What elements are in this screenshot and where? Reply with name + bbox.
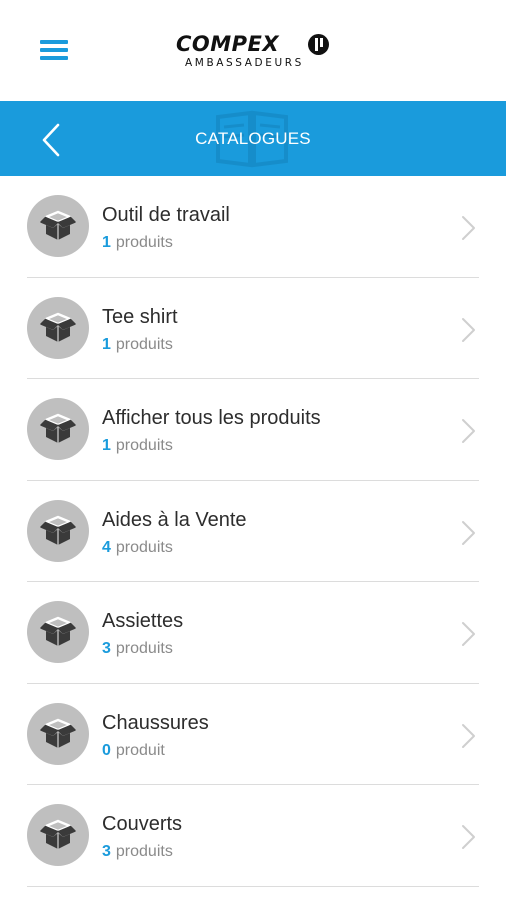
catalogue-list-item[interactable]: Chaussures 0 produit	[0, 684, 506, 786]
product-count-number: 3	[102, 843, 111, 860]
open-box-icon	[27, 296, 89, 359]
page-title: CATALOGUES	[195, 129, 311, 148]
catalogue-title: Tee shirt	[102, 305, 178, 328]
catalogue-title: Chaussures	[102, 711, 209, 734]
compex-logo: COMPEX AMBASSADEURS	[176, 30, 336, 74]
catalogue-title: Afficher tous les produits	[102, 407, 321, 429]
chevron-right-icon	[458, 620, 478, 648]
app-header: COMPEX AMBASSADEURS	[0, 0, 506, 101]
logo-sub-text: AMBASSADEURS	[185, 57, 304, 69]
catalogue-list-item[interactable]: Tee shirt 1 produits	[0, 278, 506, 380]
product-count-number: 3	[102, 640, 111, 657]
open-box-icon	[27, 499, 89, 562]
chevron-right-icon	[458, 316, 478, 344]
product-count-unit: produits	[115, 335, 173, 353]
chevron-right-icon	[458, 722, 478, 750]
catalogue-product-count: 3 produits	[102, 843, 173, 861]
product-count-number: 1	[102, 335, 111, 353]
chevron-right-icon	[458, 214, 478, 242]
open-box-icon	[27, 804, 89, 866]
product-count-unit: produits	[115, 437, 173, 454]
open-box-icon	[27, 702, 89, 765]
product-count-number: 1	[102, 234, 111, 251]
hamburger-menu-icon[interactable]	[40, 38, 68, 62]
product-count-unit: produits	[115, 843, 173, 860]
catalogue-product-count: 3 produits	[102, 640, 173, 658]
chevron-right-icon	[458, 823, 478, 851]
product-count-unit: produit	[115, 741, 165, 759]
product-count-number: 0	[102, 741, 111, 759]
catalogue-list-item[interactable]: Afficher tous les produits 1 produits	[0, 379, 506, 481]
chevron-right-icon	[458, 417, 478, 445]
product-count-unit: produits	[115, 538, 173, 556]
catalogue-product-count: 1 produits	[102, 336, 173, 354]
product-count-number: 4	[102, 538, 111, 556]
open-box-icon	[27, 398, 89, 460]
product-count-unit: produits	[115, 234, 173, 251]
catalogue-product-count: 4 produits	[102, 539, 173, 557]
catalogue-list-item[interactable]: Aides à la Vente 4 produits	[0, 481, 506, 583]
navigation-bar: CATALOGUES	[0, 101, 506, 176]
catalogue-title: Outil de travail	[102, 204, 230, 226]
catalogue-title: Assiettes	[102, 610, 184, 632]
open-box-icon	[27, 601, 89, 663]
product-count-unit: produits	[115, 640, 173, 657]
catalogue-product-count: 1 produits	[102, 437, 173, 455]
catalogue-list: Outil de travail 1 produits Tee shirt 1 produ…	[0, 176, 506, 887]
catalogue-list-item[interactable]: Couverts 3 produits	[0, 785, 506, 887]
catalogue-product-count: 0 produit	[102, 742, 165, 760]
catalogue-title: Aides à la Vente	[102, 508, 247, 531]
back-chevron-icon[interactable]	[36, 121, 70, 159]
catalogue-list-item[interactable]: Assiettes 3 produits	[0, 582, 506, 684]
product-count-number: 1	[102, 437, 111, 454]
chevron-right-icon	[458, 519, 478, 547]
catalogue-list-item[interactable]: Outil de travail 1 produits	[0, 176, 506, 278]
logo-main-text: COMPEX	[176, 32, 280, 56]
logo-mark-icon	[308, 34, 329, 55]
open-box-icon	[27, 195, 89, 257]
catalogue-product-count: 1 produits	[102, 234, 173, 252]
catalogue-title: Couverts	[102, 813, 183, 835]
